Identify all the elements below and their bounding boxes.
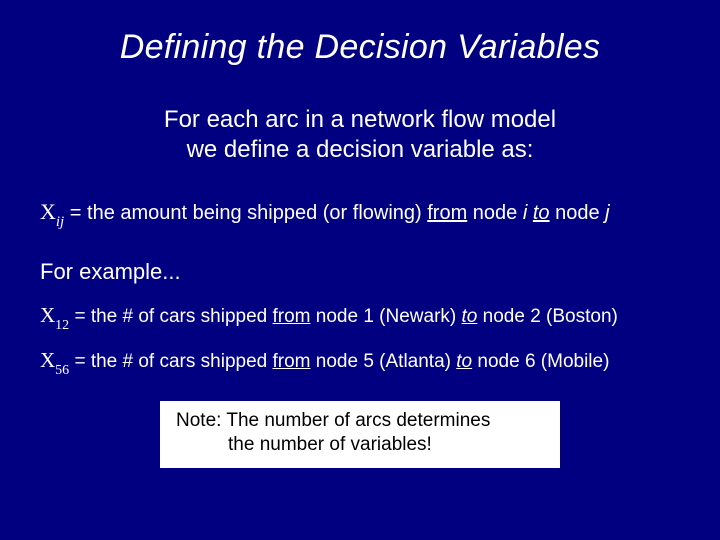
ex2-from: from [273, 351, 311, 372]
ex1-pre: the # of cars shipped [91, 306, 273, 327]
note-line-1: Note: The number of arcs determines [176, 410, 490, 431]
variable-x: X [40, 199, 56, 224]
note-line-2: the number of variables! [176, 433, 544, 458]
example-lead: For example... [40, 259, 680, 285]
intro-text: For each arc in a network flow model we … [40, 105, 680, 165]
def-from: from [427, 202, 467, 224]
ex1-from: from [273, 306, 311, 327]
example-1: X12 = the # of cars shipped from node 1 … [40, 303, 680, 332]
def-to: to [533, 202, 550, 224]
ex2-mid2: node 6 (Mobile) [472, 351, 609, 372]
ex2-to: to [456, 351, 472, 372]
def-mid1: node [467, 202, 523, 224]
ex1-sub: 12 [55, 318, 69, 333]
equals: = [64, 202, 87, 224]
ex1-var: X [40, 303, 55, 327]
ex1-mid2: node 2 (Boston) [477, 306, 617, 327]
ex2-var: X [40, 348, 55, 372]
ex2-eq: = [69, 351, 91, 372]
subscript-ij: ij [56, 214, 64, 230]
slide-title: Defining the Decision Variables [40, 28, 680, 67]
ex2-pre: the # of cars shipped [91, 351, 273, 372]
note-box: Note: The number of arcs determines the … [160, 401, 560, 468]
ex2-mid1: node 5 (Atlanta) [311, 351, 457, 372]
ex1-to: to [462, 306, 478, 327]
ex1-mid1: node 1 (Newark) [311, 306, 462, 327]
def-j: j [605, 202, 609, 224]
ex1-eq: = [69, 306, 91, 327]
slide: Defining the Decision Variables For each… [0, 0, 720, 540]
intro-line-2: we define a decision variable as: [187, 136, 534, 163]
definition-xij: Xij = the amount being shipped (or flowi… [40, 199, 680, 229]
def-mid2: node [550, 202, 606, 224]
def-pre: the amount being shipped (or flowing) [87, 202, 427, 224]
intro-line-1: For each arc in a network flow model [164, 106, 556, 133]
example-2: X56 = the # of cars shipped from node 5 … [40, 348, 680, 377]
ex2-sub: 56 [55, 363, 69, 378]
